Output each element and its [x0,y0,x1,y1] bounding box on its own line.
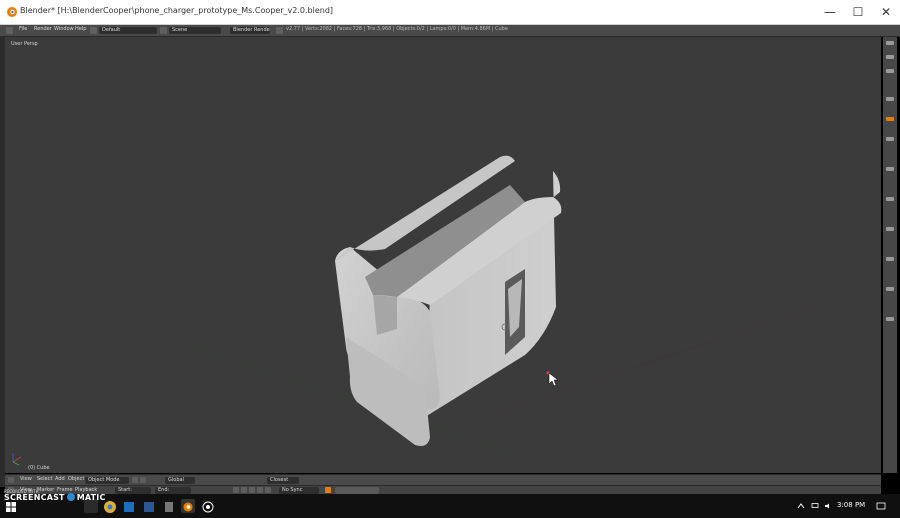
calculator-icon[interactable] [162,499,176,513]
render-engine-select[interactable]: Blender Render [230,27,270,34]
shading-icon[interactable] [132,477,138,483]
prev-key-icon[interactable] [241,487,247,493]
toolbar-icon-11[interactable] [886,287,894,291]
select-menu[interactable]: Select [37,476,52,482]
properties-toolbar [883,37,897,473]
start-frame-field[interactable]: Start: [115,487,151,494]
minimize-button[interactable]: — [816,0,844,24]
watermark-right-text: MATIC [76,493,106,502]
toolbar-icon-3[interactable] [886,69,894,73]
scene-canvas [12,155,846,466]
toolbar-icon-10[interactable] [886,257,894,261]
toolbar-icon-7[interactable] [886,167,894,171]
play-reverse-icon[interactable] [249,487,255,493]
network-icon[interactable] [811,503,819,509]
record-icon[interactable] [325,487,331,493]
toolbar-icon-4[interactable] [886,97,894,101]
menu-window[interactable]: Window [54,26,74,32]
toolbar-icon-5[interactable] [886,117,894,121]
add-menu[interactable]: Add [55,476,65,482]
tray-chevron-icon[interactable] [797,503,805,509]
object-menu[interactable]: Object [68,476,84,482]
transform-orientation-select[interactable]: Global [165,476,195,484]
mouse-pointer-icon [548,372,559,387]
end-frame-field[interactable]: End: [155,487,191,494]
watermark-main-text: SCREENCAST MATIC [4,493,106,502]
menu-file[interactable]: File [19,26,27,32]
word-icon[interactable] [142,499,156,513]
phone-charger-model[interactable] [335,155,562,446]
window-title: Blender* [H:\BlenderCooper\phone_charger… [20,6,334,15]
axis-gizmo-icon [12,453,22,466]
window-titlebar: Blender* [H:\BlenderCooper\phone_charger… [0,0,900,25]
menu-help[interactable]: Help [75,26,86,32]
blender-app-icon [7,7,17,17]
menu-render[interactable]: Render [34,26,52,32]
sync-select[interactable]: No Sync [279,487,319,494]
toolbar-icon-9[interactable] [886,227,894,231]
mode-select[interactable]: Object Mode [85,476,129,484]
3d-view-header: View Select Add Object Object Mode Globa… [5,474,881,485]
watermark-logo-icon [66,493,75,501]
proportional-falloff-select[interactable]: Closest [267,476,299,484]
windows-taskbar: 3:08 PM [0,494,900,518]
layout-select[interactable]: Default [99,27,157,34]
close-button[interactable]: ✕ [872,0,900,24]
toolbar-icon-6[interactable] [886,137,894,141]
toolbar-icon-1[interactable] [886,41,894,45]
maximize-button[interactable]: ☐ [844,0,872,24]
scene-stats: v2.77 | Verts:2082 | Faces:728 | Tris:3,… [286,26,508,32]
3d-viewport[interactable]: User Persp (0) Cube [5,37,881,473]
blender-taskbar-icon[interactable] [181,499,195,513]
action-center-icon[interactable] [876,502,886,510]
toolbar-icon-8[interactable] [886,197,894,201]
editor-type-3d-icon[interactable] [8,477,14,483]
toolbar-icon-12[interactable] [886,317,894,321]
pivot-icon[interactable] [140,477,146,483]
taskbar-clock[interactable]: 3:08 PM [837,501,865,509]
layout-icon[interactable] [90,27,97,34]
play-icon[interactable] [257,487,263,493]
screencast-watermark: RECORDED WITH SCREENCAST MATIC [4,489,105,503]
keying-set-field[interactable] [335,487,379,494]
active-object-label: (0) Cube [28,465,50,471]
view-menu[interactable]: View [20,476,32,482]
next-key-icon[interactable] [265,487,271,493]
editor-type-icon[interactable] [6,27,13,34]
blender-info-header: File Render Window Help Default Scene Bl… [0,25,900,37]
blender-logo-icon [276,27,283,34]
screencast-icon[interactable] [201,499,215,513]
scene-select[interactable]: Scene [169,27,221,34]
jump-start-icon[interactable] [233,487,239,493]
scene-icon[interactable] [160,27,167,34]
watermark-left-text: SCREENCAST [4,493,65,502]
toolbar-icon-2[interactable] [886,55,894,59]
volume-icon[interactable] [824,503,832,509]
outlook-icon[interactable] [122,499,136,513]
